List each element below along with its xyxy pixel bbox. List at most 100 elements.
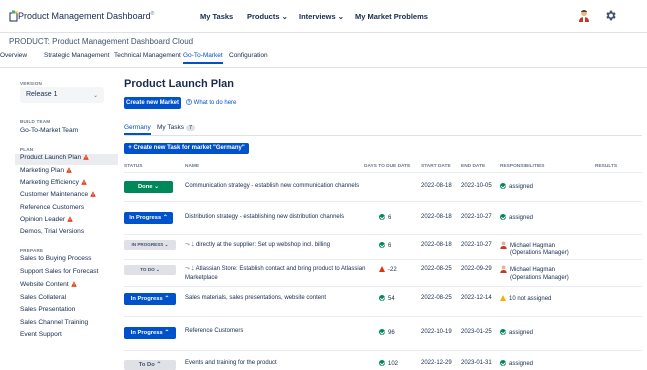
col-header-name: NAME — [185, 164, 200, 169]
nav-products[interactable]: Products ⌄ — [247, 12, 288, 21]
status-label: TO DO — [140, 267, 155, 272]
sidebar-item-event-support[interactable]: Event Support — [20, 331, 62, 338]
responsibility[interactable]: Michael Hagman — [500, 241, 555, 249]
row-divider — [124, 234, 642, 235]
responsibility[interactable]: 10 not assigned — [500, 295, 551, 302]
responsibility[interactable]: Michael Hagman — [500, 265, 555, 273]
status-dropdown[interactable]: To Do ⌃ — [124, 360, 176, 370]
status-label: In Progress — [130, 296, 163, 302]
tab-strategic-management[interactable]: Strategic Management — [44, 52, 109, 59]
warning-triangle-icon — [379, 266, 385, 272]
chevron-down-icon: ⌄ — [337, 12, 345, 21]
chevron-down-icon: ⌄ — [92, 93, 98, 99]
chevron-up-icon: ⌃ — [156, 362, 162, 368]
what-to-do-label: What to do here — [193, 100, 237, 106]
registered-mark: ® — [150, 11, 155, 17]
responsibility[interactable]: assigned — [500, 360, 533, 367]
status-label: IN PROGRESS — [131, 242, 164, 247]
chevron-up-icon: ⌃ — [164, 330, 170, 336]
settings-gear-icon[interactable] — [604, 9, 617, 22]
task-name[interactable]: Events and training for the product — [185, 360, 277, 366]
sidebar-item-marketing-efficiency[interactable]: Marketing Efficiency — [20, 179, 87, 186]
sidebar-item-opinion-leader[interactable]: Opinion Leader — [20, 216, 73, 223]
col-header-responsibilities: RESPONSIBILITIES — [500, 164, 545, 169]
sidebar-item-product-launch-plan[interactable]: Product Launch Plan — [15, 154, 118, 165]
check-circle-icon — [379, 329, 385, 335]
start-date: 2022-08-18 — [421, 242, 452, 248]
start-date: 2022-08-25 — [421, 266, 452, 272]
app-title-text: Product Management Dashboard — [18, 11, 151, 21]
days-value: 96 — [388, 330, 395, 336]
status-dropdown[interactable]: TO DO ⌄ — [124, 265, 176, 275]
tab-technical-management[interactable]: Technical Management — [114, 52, 181, 59]
task-name[interactable]: Distribution strategy - establishing new… — [185, 214, 344, 220]
tab-germany[interactable]: Germany — [124, 124, 151, 135]
nav-my-market-problems[interactable]: My Market Problems — [355, 12, 428, 21]
col-header-end-date: END DATE — [461, 164, 486, 169]
sidebar-item-sales-channel-training[interactable]: Sales Channel Training — [20, 319, 88, 326]
what-to-do-link[interactable]: What to do here — [186, 99, 236, 106]
task-name[interactable]: Reference Customers — [185, 328, 243, 334]
col-header-status: STATUS — [124, 164, 143, 169]
start-date: 2022-12-29 — [421, 360, 452, 366]
sidebar-item-customer-maintenance[interactable]: Customer Maintenance — [20, 191, 96, 198]
row-divider — [124, 350, 642, 351]
status-dropdown[interactable]: In Progress ⌃ — [124, 212, 173, 224]
sidebar-item-sales-to-buying-process[interactable]: Sales to Buying Process — [20, 255, 91, 262]
warning-triangle-icon — [500, 295, 506, 301]
task-name-continued: Marketplace — [185, 275, 218, 281]
task-name[interactable]: Sales materials, sales presentations, we… — [185, 295, 326, 301]
create-new-market-button[interactable]: Create new Market — [124, 97, 181, 109]
prepare-label: PREPARE — [20, 248, 44, 253]
responsibility[interactable]: assigned — [500, 214, 533, 221]
task-name[interactable]: Communication strategy - establish new c… — [185, 183, 359, 189]
sidebar-item-website-content[interactable]: Website Content — [20, 281, 77, 288]
task-name[interactable]: ⤳ ⇣ directly at the supplier: Set up web… — [185, 242, 330, 249]
plan-label: PLAN — [20, 147, 34, 152]
warning-icon — [66, 167, 72, 173]
responsibility[interactable]: assigned — [500, 329, 533, 336]
responsibility-text: assigned — [509, 361, 534, 367]
create-task-label: Create new Task for market "Germany" — [133, 145, 245, 151]
start-date: 2022-08-25 — [421, 295, 452, 301]
responsibility-role: (Operations Manager) — [510, 275, 569, 281]
create-task-button[interactable]: + Create new Task for market "Germany" — [124, 143, 249, 154]
status-label: In Progress — [129, 215, 162, 221]
responsibility-text: assigned — [509, 215, 534, 221]
sidebar-item-sales-presentation[interactable]: Sales Presentation — [20, 306, 75, 313]
sidebar-item-marketing-plan[interactable]: Marketing Plan — [20, 167, 72, 174]
sidebar-item-demos-trial-versions[interactable]: Demos, Trial Versions — [20, 228, 84, 235]
app-title[interactable]: Product Management Dashboard® — [18, 11, 154, 21]
tab-my-tasks[interactable]: My Tasks 7 — [157, 124, 196, 131]
start-date: 2022-08-18 — [421, 183, 452, 189]
status-dropdown[interactable]: In Progress ⌃ — [124, 293, 176, 305]
status-dropdown[interactable]: IN PROGRESS ⌄ — [124, 240, 176, 250]
user-avatar-icon[interactable] — [578, 9, 590, 22]
days-value: 54 — [388, 296, 395, 302]
tab-go-to-market[interactable]: Go-To-Market — [183, 52, 223, 64]
check-circle-icon — [500, 329, 506, 335]
responsibility-text: 10 not assigned — [509, 296, 552, 302]
status-dropdown[interactable]: Done ⌄ — [124, 181, 173, 193]
nav-interviews[interactable]: Interviews ⌄ — [299, 12, 344, 21]
sidebar-item-reference-customers[interactable]: Reference Customers — [20, 204, 84, 211]
check-circle-icon — [500, 214, 506, 220]
check-circle-icon — [379, 214, 385, 220]
nav-my-tasks[interactable]: My Tasks — [200, 12, 233, 21]
subtask-link-icon: ⤳ ⇣ — [185, 242, 195, 248]
person-avatar-icon — [500, 241, 507, 249]
col-header-results: RESULTS — [595, 164, 618, 169]
version-label: VERSION — [20, 81, 43, 86]
my-tasks-count-badge: 7 — [185, 125, 196, 131]
tab-configuration[interactable]: Configuration — [229, 52, 268, 59]
sidebar-item-sales-collateral[interactable]: Sales Collateral — [20, 294, 66, 301]
sidebar-item-support-sales-forecast[interactable]: Support Sales for Forecast — [20, 268, 98, 275]
task-name[interactable]: ⤳ ⇣ Atlassian Store: Establish contact a… — [185, 266, 365, 273]
version-select[interactable]: Release 1 ⌄ — [20, 87, 104, 103]
breadcrumb: PRODUCT: Product Management Dashboard Cl… — [9, 37, 194, 46]
chevron-up-icon: ⌃ — [164, 296, 170, 302]
responsibility[interactable]: assigned — [500, 183, 533, 190]
tab-overview[interactable]: Overview — [0, 52, 27, 59]
status-dropdown[interactable]: In Progress ⌃ — [124, 327, 176, 339]
row-divider — [124, 201, 642, 202]
